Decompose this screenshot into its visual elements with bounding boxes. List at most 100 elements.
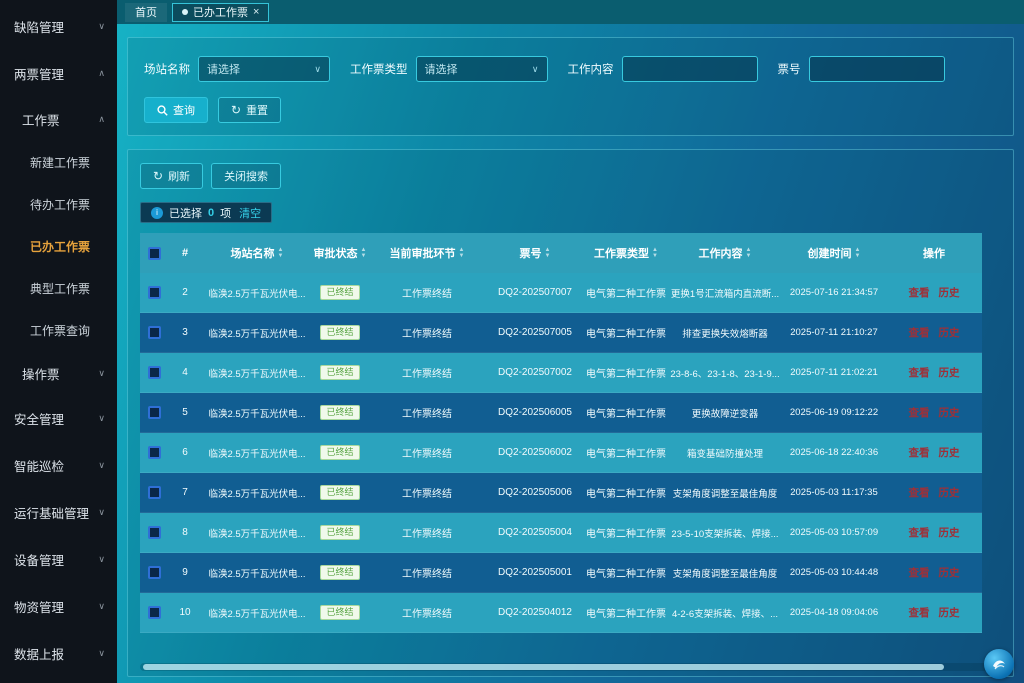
history-link[interactable]: 历史 (939, 605, 960, 620)
history-link[interactable]: 历史 (939, 445, 960, 460)
row-checkbox[interactable] (148, 326, 161, 339)
row-checkbox[interactable] (148, 366, 161, 379)
history-link[interactable]: 历史 (939, 285, 960, 300)
row-checkbox[interactable] (148, 486, 161, 499)
row-checkbox-cell (140, 553, 168, 592)
sort-icon[interactable] (652, 247, 658, 259)
sidebar-item[interactable]: 操作票 (0, 351, 117, 395)
horizontal-scrollbar (140, 663, 1001, 671)
info-icon: i (151, 207, 163, 219)
table-row[interactable]: 10 临涣2.5万千瓦光伏电... 已终结 工作票终结 DQ2-20250401… (140, 593, 982, 633)
sidebar-item[interactable]: 缺陷管理 (0, 3, 117, 50)
table-row[interactable]: 2 临涣2.5万千瓦光伏电... 已终结 工作票终结 DQ2-202507007… (140, 273, 982, 313)
history-link[interactable]: 历史 (939, 405, 960, 420)
view-link[interactable]: 查看 (909, 285, 930, 300)
sidebar-item[interactable]: 设备管理 (0, 536, 117, 583)
table-row[interactable]: 7 临涣2.5万千瓦光伏电... 已终结 工作票终结 DQ2-202505006… (140, 473, 982, 513)
ticket-type: 电气第二种工作票 (584, 473, 668, 512)
selected-prefix: 已选择 (169, 205, 202, 221)
table-row[interactable]: 5 临涣2.5万千瓦光伏电... 已终结 工作票终结 DQ2-202506005… (140, 393, 982, 433)
ticket-no-input[interactable] (818, 63, 936, 75)
close-icon[interactable]: × (253, 7, 259, 18)
table-panel: ↻ 刷新 关闭搜索 i 已选择 0 项 清空 (127, 149, 1014, 677)
sort-icon[interactable] (746, 247, 752, 259)
sort-icon[interactable] (459, 247, 465, 259)
history-link[interactable]: 历史 (939, 525, 960, 540)
view-link[interactable]: 查看 (909, 525, 930, 540)
work-content-input[interactable] (631, 63, 749, 75)
sidebar-item[interactable]: 数据上报 (0, 630, 117, 677)
approval-step: 工作票终结 (368, 513, 486, 552)
column-header[interactable]: 场站名称 (202, 233, 312, 273)
created-time: 2025-04-18 09:04:06 (782, 593, 886, 632)
assistant-button[interactable] (984, 649, 1014, 679)
column-header[interactable]: 创建时间 (782, 233, 886, 273)
column-header[interactable]: 当前审批环节 (368, 233, 486, 273)
history-link[interactable]: 历史 (939, 485, 960, 500)
sidebar-item[interactable]: 物资管理 (0, 583, 117, 630)
created-time: 2025-07-16 21:34:57 (782, 273, 886, 312)
table-row[interactable]: 3 临涣2.5万千瓦光伏电... 已终结 工作票终结 DQ2-202507005… (140, 313, 982, 353)
status-badge: 已终结 (320, 485, 359, 501)
table-row[interactable]: 8 临涣2.5万千瓦光伏电... 已终结 工作票终结 DQ2-202505004… (140, 513, 982, 553)
tab[interactable]: 首页 (125, 3, 167, 22)
row-checkbox[interactable] (148, 446, 161, 459)
column-header[interactable]: 工作内容 (668, 233, 782, 273)
sidebar-item[interactable]: 智能巡检 (0, 442, 117, 489)
view-link[interactable]: 查看 (909, 605, 930, 620)
row-actions: 查看 历史 (886, 353, 982, 392)
history-link[interactable]: 历史 (939, 565, 960, 580)
horizontal-scrollbar-thumb[interactable] (143, 664, 944, 670)
row-checkbox[interactable] (148, 286, 161, 299)
select-all-checkbox[interactable] (148, 247, 161, 260)
ticket-type: 电气第二种工作票 (584, 313, 668, 352)
sidebar-item-label: 安全管理 (14, 409, 64, 428)
view-link[interactable]: 查看 (909, 485, 930, 500)
history-link[interactable]: 历史 (939, 325, 960, 340)
sort-icon[interactable] (855, 247, 861, 259)
station-select[interactable]: 请选择 ∨ (198, 56, 330, 82)
sidebar-item[interactable]: 工作票 (0, 97, 117, 141)
row-checkbox[interactable] (148, 406, 161, 419)
view-link[interactable]: 查看 (909, 405, 930, 420)
column-header[interactable]: # (168, 233, 202, 273)
column-header[interactable]: 审批状态 (312, 233, 368, 273)
sidebar-item[interactable]: 已办工作票 (0, 225, 117, 267)
view-link[interactable]: 查看 (909, 325, 930, 340)
row-checkbox[interactable] (148, 606, 161, 619)
sort-icon[interactable] (545, 247, 551, 259)
approval-status-cell: 已终结 (312, 273, 368, 312)
ticket-type-select[interactable]: 请选择 ∨ (416, 56, 548, 82)
refresh-button[interactable]: ↻ 刷新 (140, 163, 203, 189)
ticket-number: DQ2-202506002 (486, 433, 584, 472)
search-button[interactable]: 查询 (144, 97, 208, 123)
work-content: 支架角度调整至最佳角度 (668, 553, 782, 592)
sidebar-item[interactable]: 安全管理 (0, 395, 117, 442)
tab[interactable]: 已办工作票 × (172, 3, 269, 22)
column-header[interactable]: 操作 (886, 233, 982, 273)
sidebar-item[interactable]: 待办工作票 (0, 183, 117, 225)
table-row[interactable]: 6 临涣2.5万千瓦光伏电... 已终结 工作票终结 DQ2-202506002… (140, 433, 982, 473)
sidebar-item[interactable]: 两票管理 (0, 50, 117, 97)
row-checkbox[interactable] (148, 526, 161, 539)
clear-selection-link[interactable]: 清空 (239, 205, 261, 221)
column-header[interactable]: 票号 (486, 233, 584, 273)
close-search-button[interactable]: 关闭搜索 (211, 163, 281, 189)
row-checkbox[interactable] (148, 566, 161, 579)
history-link[interactable]: 历史 (939, 365, 960, 380)
sidebar-item[interactable]: 典型工作票 (0, 267, 117, 309)
table-row[interactable]: 4 临涣2.5万千瓦光伏电... 已终结 工作票终结 DQ2-202507002… (140, 353, 982, 393)
sidebar-item-label: 工作票 (22, 110, 60, 129)
sidebar-item[interactable]: 新建工作票 (0, 141, 117, 183)
view-link[interactable]: 查看 (909, 565, 930, 580)
table-row[interactable]: 9 临涣2.5万千瓦光伏电... 已终结 工作票终结 DQ2-202505001… (140, 553, 982, 593)
column-header[interactable]: 工作票类型 (584, 233, 668, 273)
sort-icon[interactable] (278, 247, 284, 259)
view-link[interactable]: 查看 (909, 365, 930, 380)
sort-icon[interactable] (361, 247, 367, 259)
sidebar-item[interactable]: 工作票查询 (0, 309, 117, 351)
sidebar-item[interactable]: 运行基础管理 (0, 489, 117, 536)
reset-button[interactable]: ↻ 重置 (218, 97, 281, 123)
column-header-label: 当前审批环节 (390, 245, 456, 261)
view-link[interactable]: 查看 (909, 445, 930, 460)
